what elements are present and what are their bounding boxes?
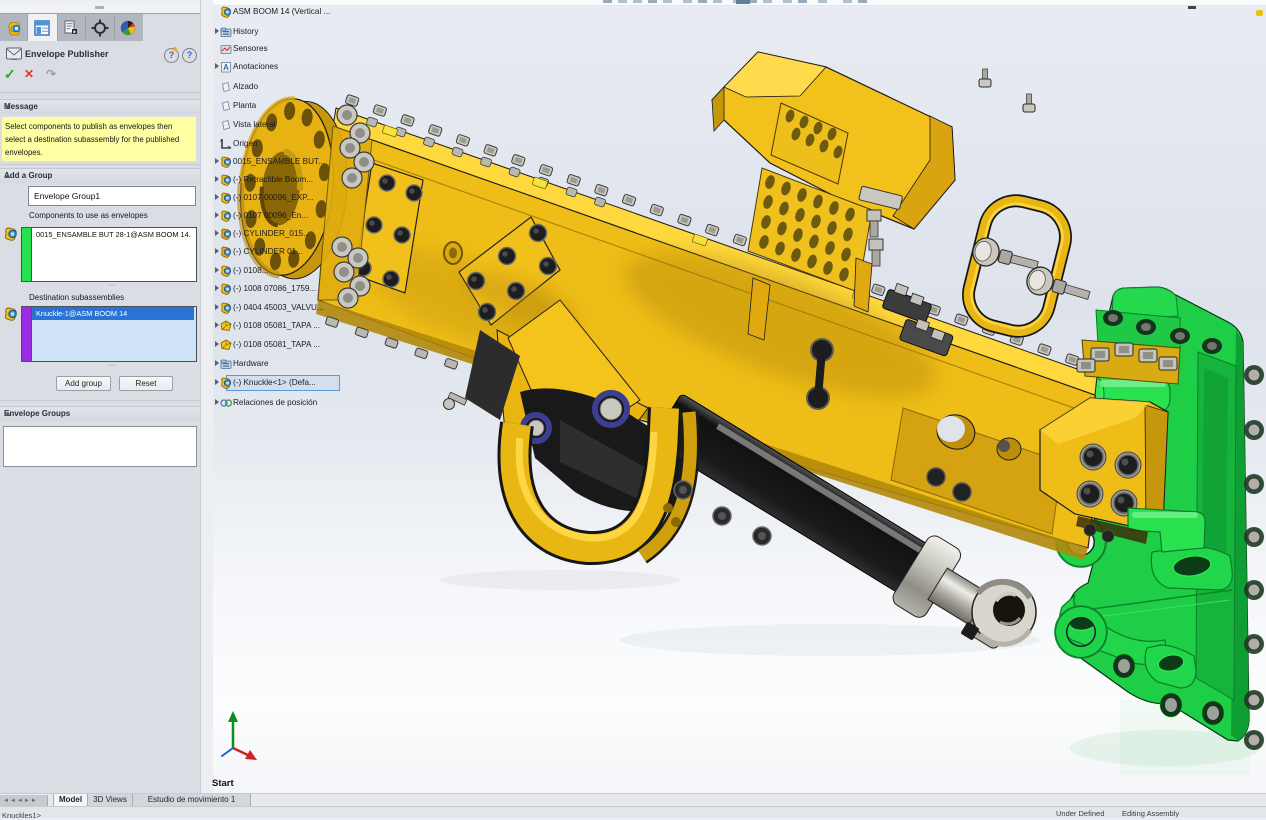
svg-text:A: A [223,63,229,72]
